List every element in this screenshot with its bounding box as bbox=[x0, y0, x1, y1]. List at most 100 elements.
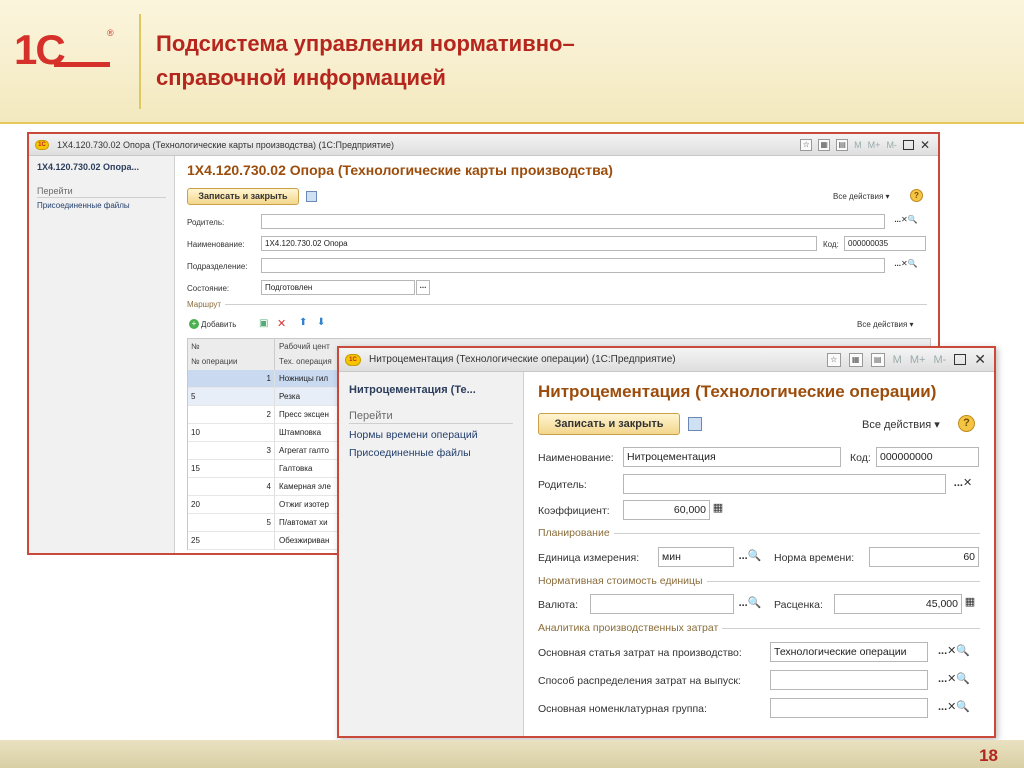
row-text-cell: Ножницы гил bbox=[279, 374, 328, 383]
slide-title-line2: справочной информацией bbox=[156, 65, 446, 90]
row-text-cell: Штамповка bbox=[279, 428, 322, 437]
memory-minus-icon[interactable]: M- bbox=[933, 354, 946, 366]
nomenclature-actions[interactable]: ...✕🔍 bbox=[929, 700, 979, 713]
planning-section-label: Планирование bbox=[538, 527, 610, 539]
coefficient-field[interactable]: 60,000 bbox=[623, 500, 710, 520]
calculator-icon[interactable]: ▦ bbox=[818, 138, 831, 151]
copy-row-icon[interactable]: ▣ bbox=[259, 318, 268, 329]
window-title: Нитроцементация (Технологические операци… bbox=[369, 354, 676, 365]
parent-actions[interactable]: ...✕ bbox=[947, 476, 979, 489]
parent-field[interactable] bbox=[261, 214, 885, 229]
code-label: Код: bbox=[850, 452, 871, 464]
code-field[interactable]: 000000035 bbox=[844, 236, 926, 251]
table-all-actions-menu[interactable]: Все действия ▾ bbox=[857, 320, 914, 329]
save-close-button[interactable]: Записать и закрыть bbox=[538, 413, 680, 435]
all-actions-menu[interactable]: Все действия ▾ bbox=[862, 418, 940, 431]
delete-row-icon[interactable]: ✕ bbox=[277, 317, 286, 330]
route-section: Маршрут bbox=[187, 300, 927, 309]
cost-section: Нормативная стоимость единицы bbox=[538, 575, 980, 587]
memory-plus-icon[interactable]: M+ bbox=[910, 354, 926, 366]
save-close-button[interactable]: Записать и закрыть bbox=[187, 188, 299, 205]
1c-logo: 1С ® bbox=[14, 28, 114, 72]
code-field[interactable]: 000000000 bbox=[876, 447, 979, 467]
col-workcenter-header[interactable]: Рабочий цент bbox=[279, 342, 330, 351]
currency-actions[interactable]: ...🔍 bbox=[735, 596, 765, 609]
coefficient-label: Коэффициент: bbox=[538, 505, 610, 517]
row-text-cell: Резка bbox=[279, 392, 301, 401]
parent-field[interactable] bbox=[623, 474, 946, 494]
favorites-icon[interactable]: ☆ bbox=[826, 352, 841, 367]
add-row-button[interactable]: + Добавить bbox=[189, 319, 236, 329]
row-text-cell: Отжиг изотер bbox=[279, 500, 329, 509]
tech-card-titlebar: 1С 1Х4.120.730.02 Опора (Технологические… bbox=[29, 134, 938, 156]
calculator-button[interactable]: ▦ bbox=[711, 501, 725, 519]
unit-actions[interactable]: ...🔍 bbox=[735, 549, 765, 562]
currency-label: Валюта: bbox=[538, 599, 579, 611]
calendar-icon[interactable]: ▤ bbox=[870, 352, 885, 367]
logo-registered-mark: ® bbox=[107, 28, 114, 38]
calendar-icon[interactable]: ▤ bbox=[836, 138, 849, 151]
state-label: Состояние: bbox=[187, 284, 230, 293]
help-icon[interactable]: ? bbox=[910, 189, 923, 202]
maximize-icon[interactable] bbox=[954, 354, 967, 365]
save-icon[interactable] bbox=[306, 191, 317, 202]
division-label: Подразделение: bbox=[187, 262, 248, 271]
row-text-cell: Обезжириван bbox=[279, 536, 330, 545]
sidebar-title: Нитроцементация (Те... bbox=[349, 384, 476, 396]
move-down-icon[interactable]: ⬇ bbox=[317, 317, 325, 328]
slide-title-line1: Подсистема управления нормативно– bbox=[156, 31, 575, 56]
distribution-actions[interactable]: ...✕🔍 bbox=[929, 672, 979, 685]
sidebar-link-time-norms[interactable]: Нормы времени операций bbox=[349, 429, 513, 441]
logo-underline bbox=[54, 62, 110, 67]
time-norm-field[interactable]: 60 bbox=[869, 547, 979, 567]
division-field[interactable] bbox=[261, 258, 885, 273]
page-number: 18 bbox=[979, 746, 998, 765]
unit-field[interactable]: мин bbox=[658, 547, 734, 567]
cost-section-label: Нормативная стоимость единицы bbox=[538, 575, 703, 587]
cost-item-label: Основная статья затрат на производство: bbox=[538, 647, 742, 659]
row-text-cell: Галтовка bbox=[279, 464, 313, 473]
rate-field[interactable]: 45,000 bbox=[834, 594, 962, 614]
nomenclature-field[interactable] bbox=[770, 698, 928, 718]
calculator-icon[interactable]: ▦ bbox=[848, 352, 863, 367]
sidebar-link-attached-files[interactable]: Присоединенные файлы bbox=[349, 447, 513, 459]
close-icon[interactable]: ✕ bbox=[974, 351, 986, 368]
distribution-field[interactable] bbox=[770, 670, 928, 690]
memory-minus-icon[interactable]: M- bbox=[886, 140, 897, 150]
row-number-cell: 2 bbox=[266, 410, 271, 419]
currency-field[interactable] bbox=[590, 594, 734, 614]
favorites-icon[interactable]: ☆ bbox=[800, 138, 813, 151]
name-field[interactable]: Нитроцементация bbox=[623, 447, 841, 467]
memory-m-icon[interactable]: M bbox=[893, 354, 902, 366]
app-logo-icon: 1С bbox=[345, 353, 361, 366]
parent-label: Родитель: bbox=[187, 218, 225, 227]
cost-item-actions[interactable]: ...✕🔍 bbox=[929, 644, 979, 657]
parent-actions[interactable]: ...✕🔍 bbox=[887, 215, 925, 224]
tech-operation-window: 1С Нитроцементация (Технологические опер… bbox=[337, 346, 996, 738]
state-field[interactable]: Подготовлен bbox=[261, 280, 415, 295]
division-actions[interactable]: ...✕🔍 bbox=[887, 259, 925, 268]
col-techop-header[interactable]: Тех. операция bbox=[279, 357, 332, 366]
col-num-header[interactable]: № bbox=[191, 342, 200, 351]
calculator-button[interactable]: ▦ bbox=[963, 595, 977, 613]
sidebar-link-attached-files[interactable]: Присоединенные файлы bbox=[37, 201, 166, 210]
all-actions-menu[interactable]: Все действия ▾ bbox=[833, 192, 890, 201]
cost-item-field[interactable]: Технологические операции bbox=[770, 642, 928, 662]
state-select-button[interactable]: ... bbox=[416, 280, 430, 295]
close-icon[interactable]: ✕ bbox=[920, 138, 930, 152]
memory-m-icon[interactable]: M bbox=[854, 140, 862, 150]
add-icon: + bbox=[189, 319, 199, 329]
name-field[interactable]: 1Х4.120.730.02 Опора bbox=[261, 236, 817, 251]
memory-plus-icon[interactable]: M+ bbox=[868, 140, 881, 150]
name-label: Наименование: bbox=[538, 452, 614, 464]
sidebar-section-goto: Перейти bbox=[349, 410, 513, 424]
save-icon[interactable] bbox=[688, 417, 702, 431]
name-label: Наименование: bbox=[187, 240, 245, 249]
col-op-header[interactable]: № операции bbox=[191, 357, 237, 366]
row-number-cell: 5 bbox=[191, 392, 196, 401]
maximize-icon[interactable] bbox=[902, 139, 914, 150]
row-number-cell: 5 bbox=[266, 518, 271, 527]
move-up-icon[interactable]: ⬆ bbox=[299, 317, 307, 328]
row-number-cell: 4 bbox=[266, 482, 271, 491]
help-icon[interactable]: ? bbox=[958, 415, 975, 432]
